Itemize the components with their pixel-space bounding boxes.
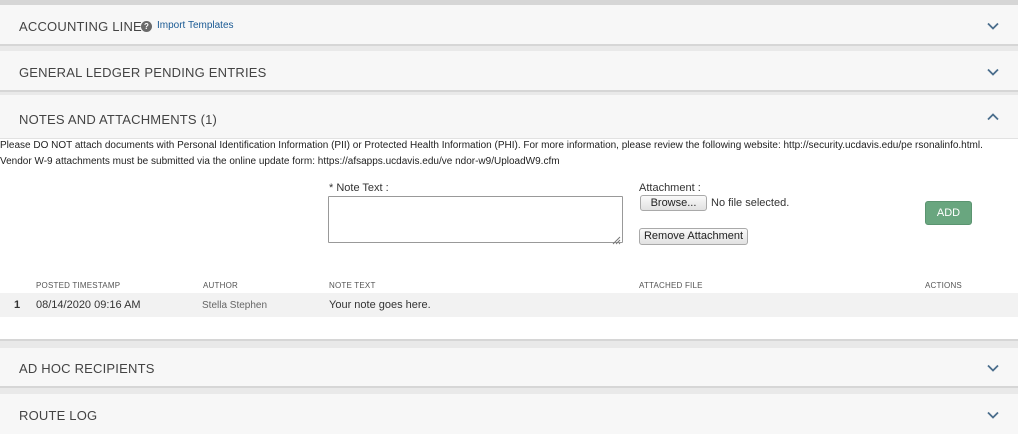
accounting-lines-panel-header[interactable]: ACCOUNTING LINES ? Import Templates [0,0,1018,46]
no-file-selected-text: No file selected. [711,197,790,209]
row-timestamp: 08/14/2020 09:16 AM [36,299,141,311]
adhoc-recipients-title: AD HOC RECIPIENTS [19,361,155,376]
column-header-actions: ACTIONS [925,281,962,290]
chevron-down-icon[interactable] [986,19,1000,33]
add-note-button[interactable]: ADD [925,201,972,225]
column-header-author: AUTHOR [203,281,238,290]
chevron-down-icon[interactable] [986,361,1000,375]
attachment-label: Attachment : [639,182,701,194]
route-log-title: ROUTE LOG [19,408,98,423]
accounting-lines-title: ACCOUNTING LINES [19,19,151,34]
row-index: 1 [14,299,21,311]
column-header-posted-timestamp: POSTED TIMESTAMP [36,281,121,290]
gl-pending-entries-title: GENERAL LEDGER PENDING ENTRIES [19,65,267,80]
notes-attachments-panel: NOTES AND ATTACHMENTS (1) Please DO NOT … [0,95,1018,341]
chevron-down-icon[interactable] [986,408,1000,422]
chevron-down-icon[interactable] [986,65,1000,79]
note-text-label: * Note Text : [329,182,389,194]
w9-notice: Vendor W-9 attachments must be submitted… [0,156,560,167]
notes-attachments-title: NOTES AND ATTACHMENTS (1) [19,112,218,127]
adhoc-recipients-panel-header[interactable]: AD HOC RECIPIENTS [0,348,1018,388]
import-templates-link[interactable]: Import Templates [157,20,234,31]
notes-attachments-panel-header[interactable]: NOTES AND ATTACHMENTS (1) [0,95,1018,139]
resize-handle-icon[interactable] [611,232,621,245]
pii-notice: Please DO NOT attach documents with Pers… [0,140,983,151]
question-icon[interactable]: ? [141,21,152,32]
row-note-text: Your note goes here. [329,299,431,311]
route-log-panel-header[interactable]: ROUTE LOG [0,394,1018,434]
note-text-input[interactable] [328,196,623,243]
browse-button[interactable]: Browse... [640,195,707,211]
table-row [0,293,1018,317]
gl-pending-entries-panel-header[interactable]: GENERAL LEDGER PENDING ENTRIES [0,51,1018,92]
remove-attachment-button[interactable]: Remove Attachment [639,228,748,245]
chevron-up-icon[interactable] [986,110,1000,124]
row-author: Stella Stephen [202,300,268,311]
column-header-attached-file: ATTACHED FILE [639,281,703,290]
column-header-note-text: NOTE TEXT [329,281,376,290]
